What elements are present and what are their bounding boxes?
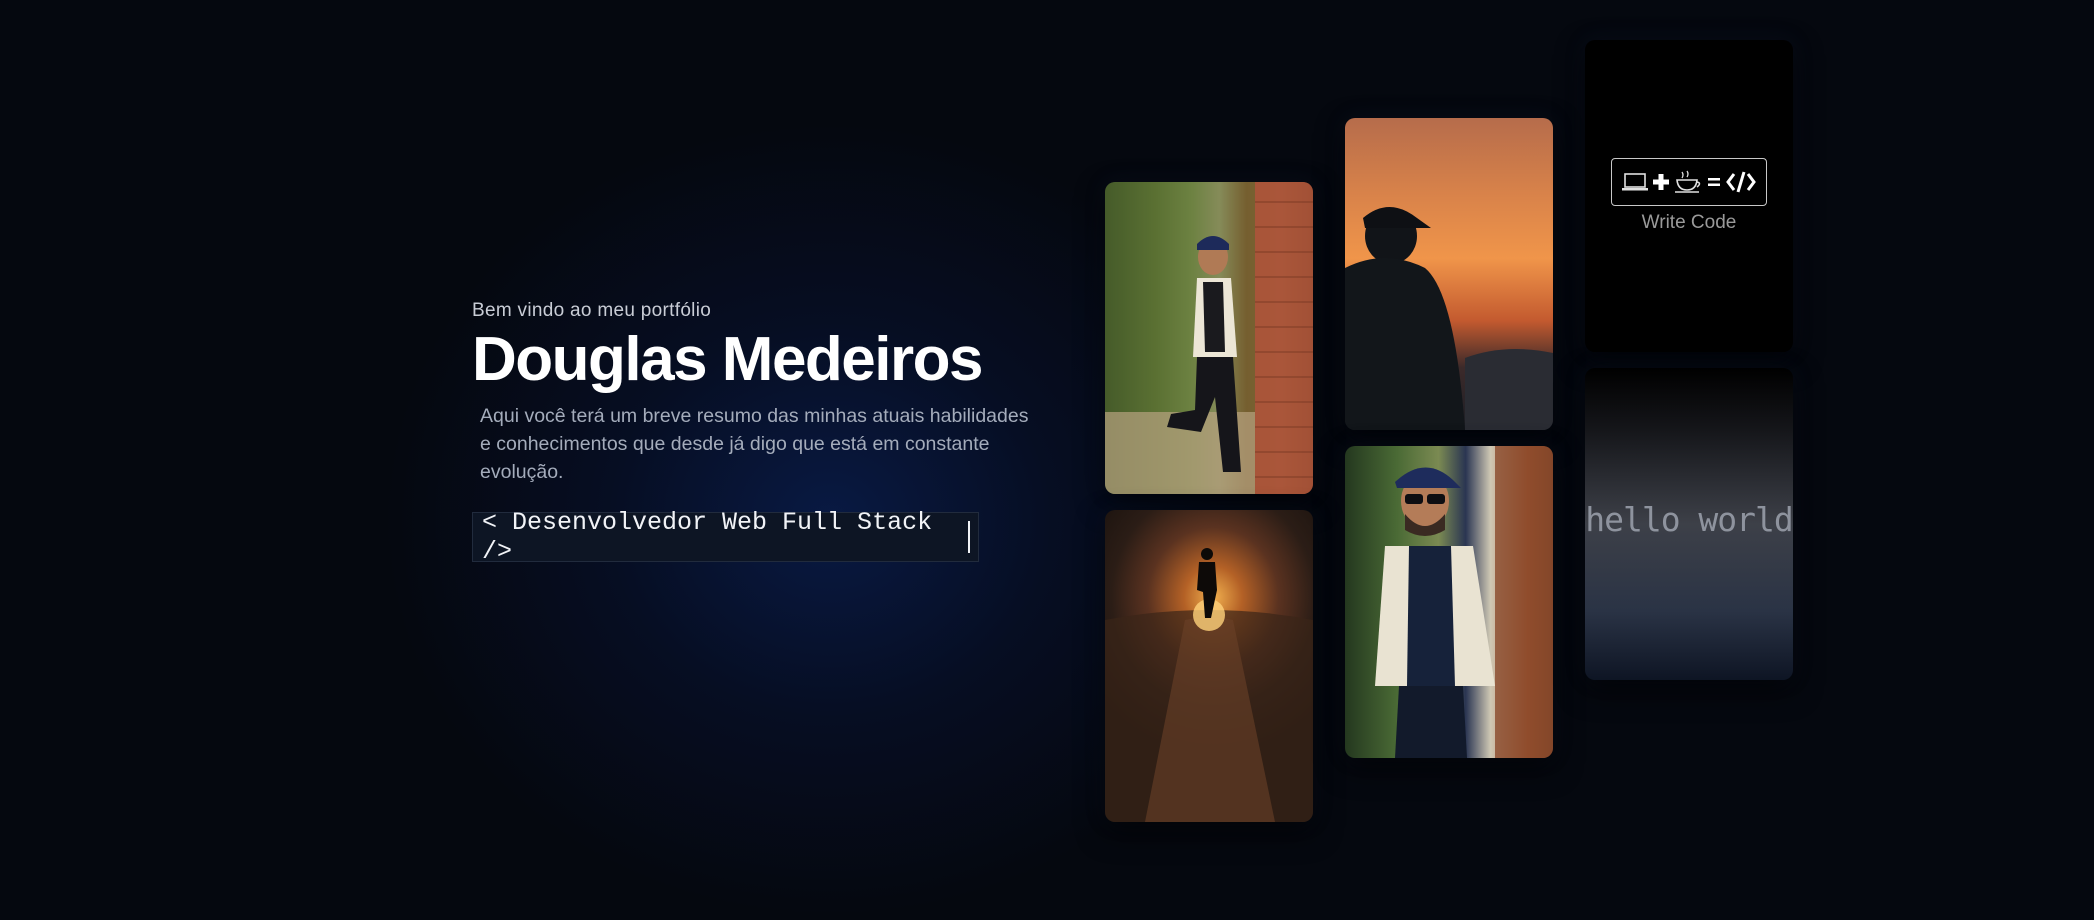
code-icon <box>1726 171 1756 193</box>
photo-card-walking-sunset <box>1105 510 1313 822</box>
photo-card-sunset-silhouette <box>1345 118 1553 430</box>
photo-leaning-wall-icon <box>1105 182 1313 494</box>
equals-icon <box>1708 178 1720 186</box>
photo-walking-sunset-icon <box>1105 548 1313 822</box>
welcome-text: Bem vindo ao meu portfólio <box>472 300 712 321</box>
laptop-icon <box>1622 173 1648 191</box>
summary-text: Aqui você terá um breve resumo das minha… <box>480 405 1029 484</box>
typing-role-box: < Desenvolvedor Web Full Stack /> <box>472 508 979 566</box>
photo-card-leaning-wall <box>1105 182 1313 494</box>
photo-sunglasses-portrait-icon <box>1375 446 1553 758</box>
text-cursor <box>968 521 970 554</box>
typing-role-text: < Desenvolvedor Web Full Stack /> <box>482 508 933 567</box>
plus-icon <box>1653 174 1669 190</box>
photo-sunset-silhouette-icon <box>1345 207 1553 430</box>
coffee-cup-icon <box>1675 170 1701 193</box>
hello-world-card: hello world <box>1585 368 1793 680</box>
photo-card-sunglasses-portrait <box>1345 446 1553 758</box>
write-code-badge <box>1611 158 1767 206</box>
hero-section: Bem vindo ao meu portfólio Douglas Medei… <box>472 300 1092 566</box>
write-code-card: Write Code <box>1585 40 1793 352</box>
write-code-label: Write Code <box>1641 212 1737 233</box>
page-title: Douglas Medeiros <box>472 325 984 394</box>
hello-world-text: hello world <box>1585 500 1793 539</box>
